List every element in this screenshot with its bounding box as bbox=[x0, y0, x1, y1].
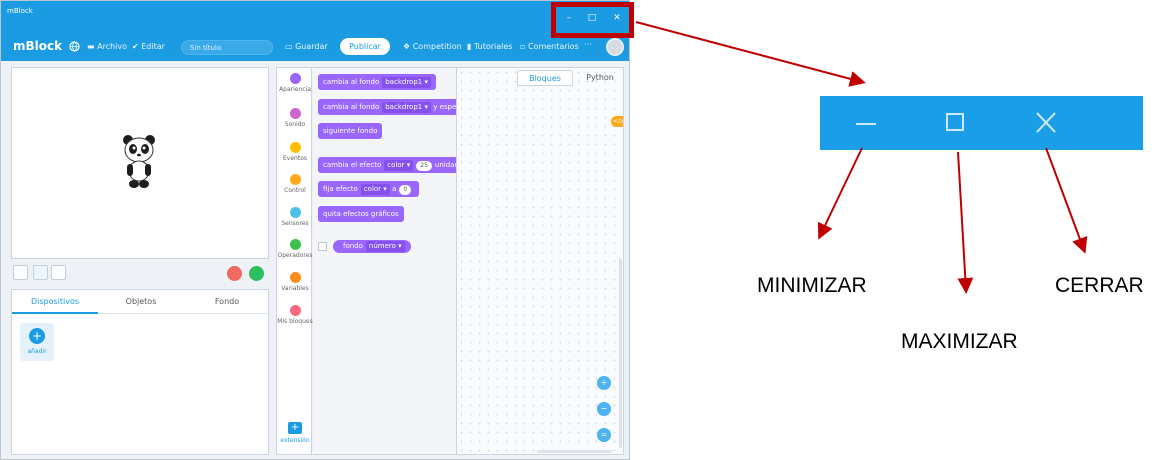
tutorial-figure: mBlock – □ ✕ mBlock ▬ Archivo ✔ Editar S… bbox=[0, 0, 1155, 460]
arrow-close bbox=[1045, 147, 1088, 254]
annotation-arrows bbox=[635, 21, 1088, 294]
arrow-maximize bbox=[957, 151, 974, 294]
label-minimize: MINIMIZAR bbox=[757, 274, 867, 297]
label-maximize: MAXIMIZAR bbox=[901, 330, 1018, 353]
label-close: CERRAR bbox=[1055, 274, 1144, 297]
arrow-minimize bbox=[817, 147, 863, 240]
arrow-to-callout bbox=[635, 21, 866, 87]
